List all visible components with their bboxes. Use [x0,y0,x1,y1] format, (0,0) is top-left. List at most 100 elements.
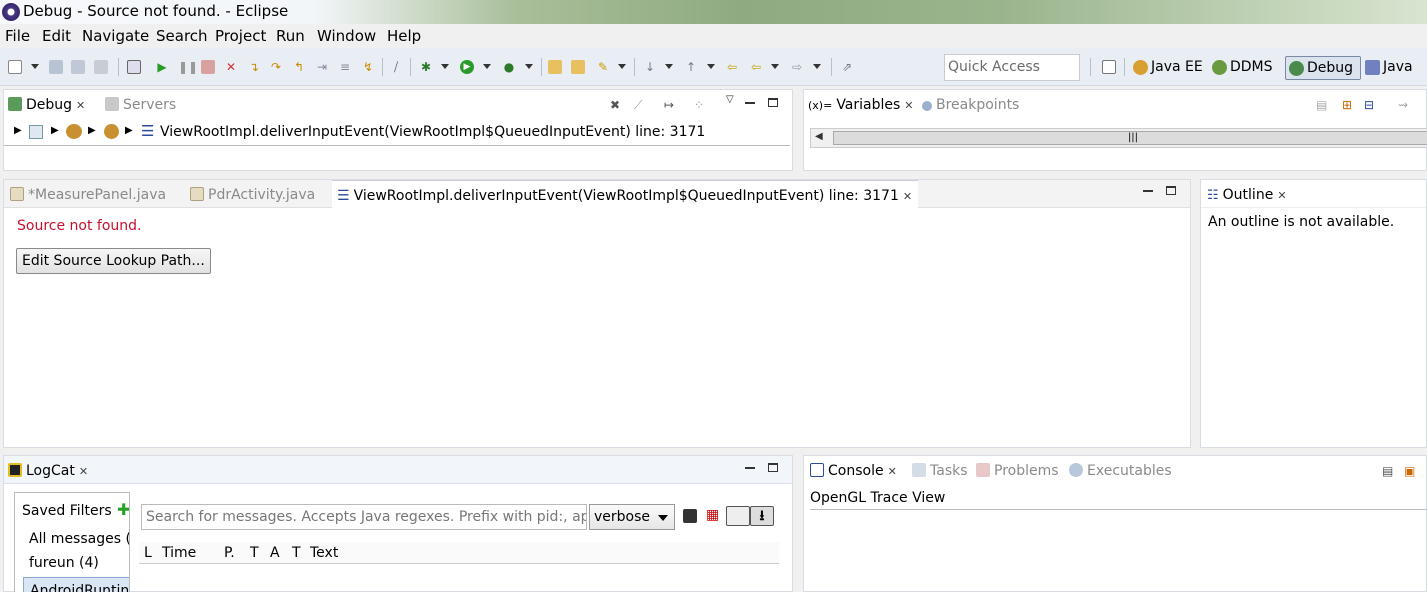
run-external-tools-icon[interactable]: ● [502,60,516,74]
filter-fureun[interactable]: fureun (4) [29,555,99,571]
menu-run[interactable]: Run [276,27,305,45]
tab-view-root-impl[interactable]: ☰ ViewRootImpl.deliverInputEvent(ViewRoot… [332,180,919,208]
horizontal-scrollbar[interactable]: ◀ ||| [810,128,1427,148]
close-icon[interactable]: ✕ [79,465,88,478]
edit-source-lookup-path-button[interactable]: Edit Source Lookup Path... [16,248,211,274]
tab-servers[interactable]: Servers [105,90,176,118]
new-dropdown-icon[interactable] [31,64,39,69]
perspective-debug[interactable]: Debug [1285,56,1361,80]
step-return-icon[interactable]: ↰ [292,60,306,74]
search-dropdown-icon[interactable] [618,64,626,69]
collapse-all-icon[interactable]: ⊟ [1364,98,1374,112]
close-icon[interactable]: ✕ [903,190,912,203]
tab-breakpoints[interactable]: Breakpoints [922,90,1019,118]
toggle-filters-icon[interactable] [726,506,750,526]
column-text[interactable]: Text [310,545,338,561]
save-log-icon[interactable] [683,509,697,523]
open-task-icon[interactable] [571,60,585,74]
clear-log-icon[interactable]: ▦ [706,507,719,523]
menu-navigate[interactable]: Navigate [82,27,149,45]
open-type-icon[interactable] [548,60,562,74]
last-edit-location-icon[interactable]: ⇦ [725,60,739,74]
debug-run-icon[interactable]: ✱ [419,60,433,74]
clear-console-icon[interactable]: ▤ [1382,464,1393,478]
stack-frame-row[interactable]: ▶ ▶ ▶ ▶ ☰ ViewRootImpl.deliverInputEvent… [4,120,790,146]
perspective-java[interactable]: Java [1362,56,1416,80]
next-annotation-icon[interactable]: ↓ [643,60,657,74]
back-icon[interactable]: ⇦ [749,60,763,74]
resume-icon[interactable]: ▶ [155,60,169,74]
expand-arrow-icon[interactable]: ▶ [125,125,133,136]
tab-executables[interactable]: Executables [1069,456,1172,484]
view-menu-dots-icon[interactable]: ⁘ [694,98,704,112]
expand-arrow-icon[interactable]: ▶ [14,125,22,136]
new-icon[interactable] [8,60,22,74]
step-into-icon[interactable]: ↴ [247,60,261,74]
previous-annotation-icon[interactable]: ↑ [684,60,698,74]
previous-annotation-dropdown-icon[interactable] [707,64,715,69]
show-logical-structure-icon[interactable]: ⊞ [1342,98,1352,112]
tab-logcat[interactable]: LogCat ✕ [8,456,88,484]
external-tools-dropdown-icon[interactable] [525,64,533,69]
log-level-select[interactable]: verbose [589,504,675,530]
maximize-icon[interactable] [1166,186,1176,195]
perspective-ddms[interactable]: DDMS [1209,56,1276,80]
expand-arrow-icon[interactable]: ▶ [88,125,96,136]
tab-debug[interactable]: Debug ✕ [8,90,85,118]
menu-edit[interactable]: Edit [42,27,71,45]
filter-android-runtime[interactable]: AndroidRuntin [23,577,129,592]
drop-to-frame-icon[interactable]: ⇥ [315,60,329,74]
expand-arrow-icon[interactable]: ▶ [51,125,59,136]
run-dropdown-icon[interactable] [483,64,491,69]
menu-window[interactable]: Window [317,27,376,45]
pin-console-icon[interactable]: ▣ [1404,464,1415,478]
tab-measure-panel[interactable]: *MeasurePanel.java [10,180,166,208]
column-tag[interactable]: T [292,545,301,561]
menu-search[interactable]: Search [156,27,208,45]
disconnect-icon[interactable]: ✕ [224,60,238,74]
menu-project[interactable]: Project [215,27,266,45]
tab-outline[interactable]: ☷ Outline ✕ [1207,180,1287,208]
close-icon[interactable]: ✕ [904,99,913,112]
instruction-step-icon[interactable]: ↯ [361,60,375,74]
print-icon[interactable] [94,60,108,74]
minimize-icon[interactable] [745,102,755,104]
debug-dropdown-icon[interactable] [441,64,449,69]
tab-tasks[interactable]: Tasks [912,456,968,484]
save-all-icon[interactable] [71,60,85,74]
menu-file[interactable]: File [5,27,30,45]
tab-problems[interactable]: Problems [976,456,1059,484]
save-icon[interactable] [49,60,63,74]
suspend-icon[interactable]: ❚❚ [178,60,198,74]
add-filter-icon[interactable]: ✚ [117,500,129,519]
search-toolbar-icon[interactable]: ✎ [596,60,610,74]
next-annotation-dropdown-icon[interactable] [665,64,673,69]
scroll-left-icon[interactable]: ◀ [815,131,823,142]
terminate-icon[interactable] [201,60,215,74]
forward-dropdown-icon[interactable] [813,64,821,69]
tab-pdr-activity[interactable]: PdrActivity.java [190,180,315,208]
scroll-thumb[interactable]: ||| [833,131,1427,145]
step-mode-icon[interactable]: ↦ [664,98,674,112]
tab-console[interactable]: Console ✕ [810,456,897,484]
forward-icon[interactable]: ⇨ [790,60,804,74]
scroll-lock-icon[interactable]: ⭳ [750,506,774,526]
step-over-icon[interactable]: ↷ [269,60,283,74]
close-icon[interactable]: ✕ [76,99,85,112]
back-dropdown-icon[interactable] [771,64,779,69]
column-pid[interactable]: P. [224,545,235,561]
perspective-java-ee[interactable]: Java EE [1130,56,1206,80]
minimize-icon[interactable] [1143,190,1153,192]
quick-access-input[interactable]: Quick Access [944,54,1080,81]
run-icon[interactable]: ▶ [460,60,474,74]
close-icon[interactable]: ✕ [1277,189,1286,202]
tab-variables[interactable]: (x)= Variables ✕ [808,90,914,118]
step-filters-icon[interactable]: ≡ [338,60,352,74]
pin-editor-icon[interactable]: ⇗ [840,60,854,74]
use-step-filters-icon[interactable] [127,60,141,74]
remove-terminated-icon[interactable]: ✖ [610,98,620,112]
show-type-names-icon[interactable]: ▤ [1316,98,1327,112]
menu-help[interactable]: Help [387,27,421,45]
disconnect-view-icon[interactable]: ⟋ [634,98,642,113]
maximize-icon[interactable] [768,98,778,107]
